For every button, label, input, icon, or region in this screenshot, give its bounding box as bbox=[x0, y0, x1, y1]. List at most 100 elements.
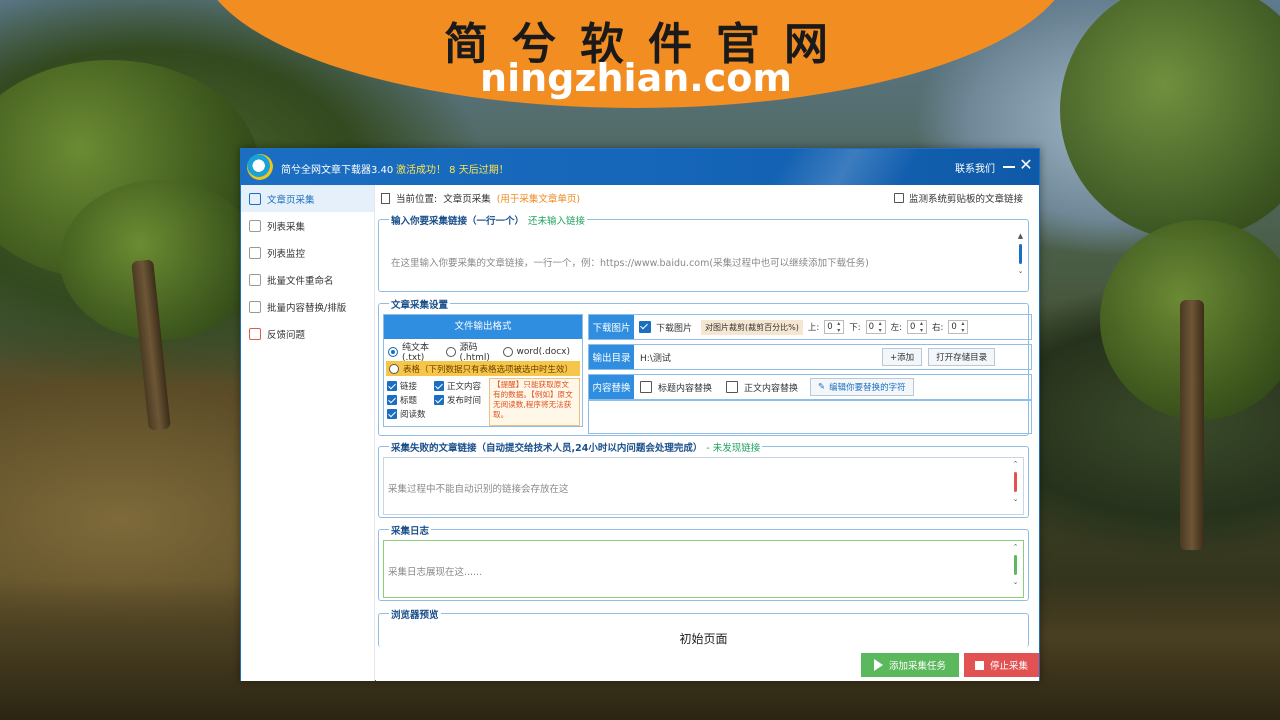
url-scrollbar[interactable]: ▲ ⌄ bbox=[1016, 232, 1025, 288]
stop-collect-button[interactable]: 停止采集 bbox=[964, 653, 1039, 677]
sidebar-item-label: 文章页采集 bbox=[267, 194, 315, 206]
field-body-checkbox[interactable] bbox=[434, 381, 444, 391]
sidebar-item-list-monitor[interactable]: 列表监控 bbox=[241, 239, 374, 266]
download-images-checkbox[interactable] bbox=[639, 321, 651, 333]
sidebar-item-batch-rename[interactable]: 批量文件重命名 bbox=[241, 266, 374, 293]
banner-url: ningzhian.com bbox=[480, 56, 792, 100]
stop-icon bbox=[974, 660, 984, 670]
monitor-icon bbox=[249, 246, 261, 259]
failed-group-title: 采集失败的文章链接（自动提交给技术人员,24小时以内问题会处理完成） bbox=[391, 443, 703, 454]
replace-body-checkbox[interactable] bbox=[726, 381, 739, 393]
field-link-checkbox[interactable] bbox=[387, 381, 397, 391]
sidebar-item-batch-replace[interactable]: 批量内容替换/排版 bbox=[241, 293, 374, 320]
format-radio-group: 纯文本(.txt) 源码(.html) word(.docx) bbox=[384, 339, 582, 363]
failed-links-placeholder: 采集过程中不能自动识别的链接会存放在这 bbox=[388, 484, 569, 495]
format-html-radio[interactable] bbox=[445, 346, 456, 357]
sidebar-item-article-collect[interactable]: 文章页采集 bbox=[241, 185, 374, 212]
list-icon bbox=[249, 219, 261, 232]
format-docx-radio[interactable] bbox=[502, 346, 513, 357]
failed-links-group[interactable]: 采集失败的文章链接（自动提交给技术人员,24小时以内问题会处理完成） - 未发现链… bbox=[378, 440, 1029, 518]
log-box[interactable]: 采集日志展现在这...... ⌃ ⌄ bbox=[383, 540, 1024, 598]
replace-title-checkbox[interactable] bbox=[640, 381, 652, 393]
sidebar-item-label: 列表采集 bbox=[267, 221, 306, 233]
crop-label: 对图片裁剪(裁剪百分比%) bbox=[701, 319, 803, 335]
breadcrumb: 当前位置: 文章页采集 (用于采集文章单页) bbox=[381, 191, 580, 205]
monitor-clipboard-option[interactable]: 监测系统剪贴板的文章链接 bbox=[893, 191, 1023, 205]
format-table-label: 表格（下列数据只有表格选项被选中时生效） bbox=[403, 364, 574, 375]
url-input-placeholder: 在这里输入你要采集的文章链接，一行一个，例：https://www.baidu.… bbox=[391, 258, 869, 269]
minimize-icon[interactable] bbox=[1003, 166, 1015, 168]
monitor-clipboard-checkbox[interactable] bbox=[893, 193, 904, 203]
format-tip-box: 【提醒】只能获取原文有的数据。【例如】原文无阅读数,程序将无法获取。 bbox=[489, 378, 580, 426]
rename-icon bbox=[249, 273, 261, 286]
crop-left-stepper[interactable]: 0 bbox=[906, 320, 927, 334]
contact-us-link[interactable]: 联系我们 bbox=[955, 160, 995, 175]
url-input-group[interactable]: 输入你要采集链接（一行一个） 还未输入链接 在这里输入你要采集的文章链接，一行一个… bbox=[378, 213, 1029, 292]
sidebar-item-label: 批量文件重命名 bbox=[267, 275, 334, 287]
failed-scrollbar[interactable]: ⌃ ⌄ bbox=[1011, 460, 1020, 514]
settings-group-label: 文章采集设置 bbox=[389, 297, 451, 311]
failed-group-status: - 未发现链接 bbox=[706, 443, 761, 454]
app-logo-icon bbox=[247, 154, 273, 180]
title-bar[interactable]: 简兮全网文章下载器3.40 激活成功！ 8 天后过期！ 联系我们 ✕ bbox=[241, 149, 1039, 185]
sidebar-item-label: 反馈问题 bbox=[267, 329, 306, 341]
crop-right-label: 右: bbox=[931, 323, 944, 333]
scroll-thumb[interactable] bbox=[1014, 555, 1017, 575]
edit-replace-button[interactable]: ✎ 编辑你要替换的字符 bbox=[810, 378, 914, 396]
scroll-up-icon[interactable]: ⌃ bbox=[1011, 460, 1020, 469]
download-images-label: 下载图片 bbox=[656, 323, 693, 334]
crop-left-label: 左: bbox=[890, 323, 902, 333]
app-title: 简兮全网文章下载器3.40 bbox=[281, 165, 394, 176]
field-date-checkbox[interactable] bbox=[434, 395, 444, 405]
sidebar-item-label: 批量内容替换/排版 bbox=[267, 302, 347, 314]
output-format-panel: 文件输出格式 纯文本(.txt) 源码(.html) word(.docx) 表… bbox=[383, 314, 583, 427]
scroll-down-icon[interactable]: ⌄ bbox=[1011, 578, 1020, 587]
sidebar-item-list-collect[interactable]: 列表采集 bbox=[241, 212, 374, 239]
crop-bottom-label: 下: bbox=[849, 323, 861, 333]
open-dir-button[interactable]: 打开存储目录 bbox=[928, 348, 996, 366]
close-icon[interactable]: ✕ bbox=[1017, 155, 1035, 175]
scroll-down-icon[interactable]: ⌄ bbox=[1016, 267, 1025, 276]
field-label: 正文内容 bbox=[447, 382, 482, 392]
download-images-row: 下载图片 下载图片 对图片裁剪(裁剪百分比%) 上: 0 下: 0 左: 0 右… bbox=[588, 314, 1032, 340]
output-format-title: 文件输出格式 bbox=[384, 315, 582, 339]
scroll-thumb[interactable] bbox=[1019, 244, 1022, 264]
format-txt-radio[interactable] bbox=[388, 346, 398, 357]
format-docx-label: word(.docx) bbox=[516, 346, 571, 357]
field-option[interactable]: 正文内容 bbox=[434, 379, 481, 393]
url-group-title: 输入你要采集链接（一行一个） bbox=[391, 216, 525, 227]
output-dir-tag: 输出目录 bbox=[589, 345, 634, 369]
output-dir-field[interactable]: H:\测试 bbox=[640, 351, 876, 364]
add-dir-button[interactable]: +添加 bbox=[882, 348, 923, 366]
format-table-radio[interactable] bbox=[389, 363, 399, 374]
stop-collect-label: 停止采集 bbox=[989, 661, 1028, 672]
log-placeholder: 采集日志展现在这...... bbox=[388, 567, 483, 578]
pencil-icon: ✎ bbox=[818, 382, 826, 392]
field-option[interactable]: 发布时间 bbox=[434, 393, 481, 407]
scroll-thumb[interactable] bbox=[1014, 472, 1017, 492]
replace-title-label: 标题内容替换 bbox=[658, 383, 713, 394]
crop-right-stepper[interactable]: 0 bbox=[948, 320, 969, 334]
browser-group-label: 浏览器预览 bbox=[389, 607, 441, 621]
format-html-label: 源码(.html) bbox=[459, 343, 490, 363]
field-title-checkbox[interactable] bbox=[387, 395, 397, 405]
url-group-status: 还未输入链接 bbox=[528, 216, 586, 227]
failed-links-box[interactable]: 采集过程中不能自动识别的链接会存放在这 ⌃ ⌄ bbox=[383, 457, 1024, 515]
format-table-option[interactable]: 表格（下列数据只有表格选项被选中时生效） bbox=[386, 361, 580, 376]
log-group[interactable]: 采集日志 采集日志展现在这...... ⌃ ⌄ bbox=[378, 523, 1029, 601]
crop-bottom-stepper[interactable]: 0 bbox=[865, 320, 886, 334]
replace-icon bbox=[249, 300, 261, 313]
add-task-button[interactable]: 添加采集任务 bbox=[861, 653, 959, 677]
field-option[interactable]: 阅读数 bbox=[387, 407, 487, 421]
edit-replace-label: 编辑你要替换的字符 bbox=[829, 383, 906, 393]
sidebar-item-feedback[interactable]: 反馈问题 bbox=[241, 320, 374, 347]
content-replace-row: 内容替换 标题内容替换 正文内容替换 ✎ 编辑你要替换的字符 bbox=[588, 374, 1032, 400]
scroll-down-icon[interactable]: ⌄ bbox=[1011, 495, 1020, 504]
browser-page-title: 初始页面 bbox=[679, 632, 728, 646]
scroll-up-icon[interactable]: ▲ bbox=[1016, 232, 1025, 241]
log-scrollbar[interactable]: ⌃ ⌄ bbox=[1011, 543, 1020, 597]
crop-top-stepper[interactable]: 0 bbox=[824, 320, 845, 334]
field-label: 链接 bbox=[400, 382, 418, 392]
scroll-up-icon[interactable]: ⌃ bbox=[1011, 543, 1020, 552]
field-reads-checkbox[interactable] bbox=[387, 409, 397, 419]
